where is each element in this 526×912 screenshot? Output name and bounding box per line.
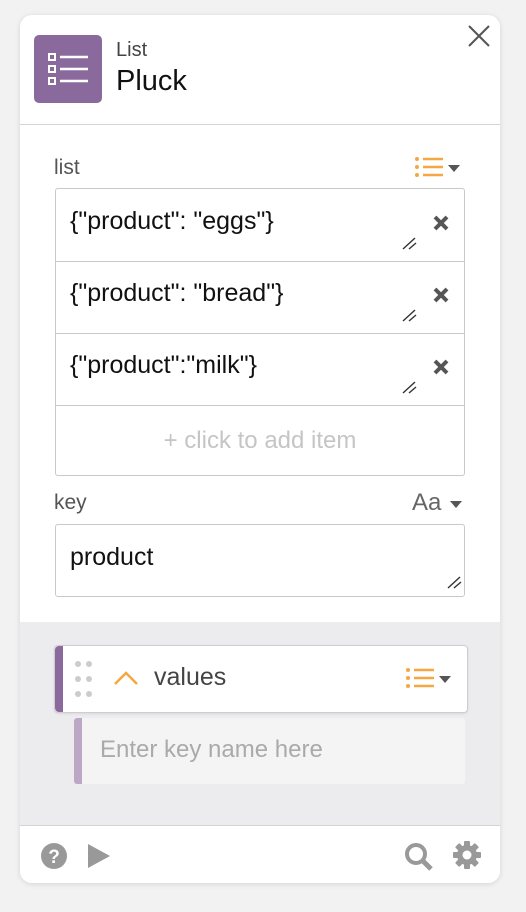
resize-handle-icon[interactable]: [401, 380, 417, 394]
output-field-name: values: [154, 663, 227, 691]
drag-handle-icon[interactable]: [74, 660, 94, 700]
pluck-panel: List Pluck list {"product": "eggs"} {"pr…: [20, 15, 500, 883]
key-input[interactable]: product: [55, 524, 465, 597]
panel-header: List Pluck: [20, 15, 500, 125]
list-icon: [34, 35, 102, 103]
output-field[interactable]: values: [54, 645, 468, 713]
field-accent-bar: [55, 646, 63, 712]
gear-icon[interactable]: [452, 840, 482, 870]
help-icon[interactable]: ?: [40, 842, 68, 870]
remove-x-icon[interactable]: [432, 286, 450, 304]
panel-footer: ?: [20, 825, 500, 883]
play-icon[interactable]: [86, 842, 112, 870]
key-value[interactable]: product: [70, 543, 153, 572]
list-type-icon[interactable]: [414, 155, 464, 186]
key-name-input[interactable]: Enter key name here: [74, 718, 465, 784]
panel-subtitle: List: [116, 39, 148, 61]
list-items: {"product": "eggs"} {"product": "bread"}: [55, 188, 465, 476]
text-type-label: Aa: [412, 489, 442, 516]
list-item[interactable]: {"product":"milk"}: [56, 333, 464, 406]
sub-accent-bar: [74, 718, 82, 784]
remove-x-icon[interactable]: [432, 358, 450, 376]
text-type-toggle[interactable]: Aa: [412, 489, 463, 517]
output-section: values Enter key name here: [20, 622, 500, 825]
remove-x-icon[interactable]: [432, 214, 450, 232]
key-name-placeholder: Enter key name here: [100, 736, 323, 763]
resize-handle-icon[interactable]: [446, 575, 462, 589]
resize-handle-icon[interactable]: [401, 308, 417, 322]
chevron-up-icon[interactable]: [113, 670, 139, 686]
list-item-value[interactable]: {"product": "eggs"}: [70, 207, 274, 236]
svg-text:?: ?: [48, 847, 60, 868]
list-label: list: [54, 156, 80, 179]
list-item-value[interactable]: {"product": "bread"}: [70, 279, 283, 308]
list-item-value[interactable]: {"product":"milk"}: [70, 351, 257, 380]
add-item-button[interactable]: + click to add item: [56, 406, 464, 475]
list-item[interactable]: {"product": "bread"}: [56, 261, 464, 334]
key-label: key: [54, 491, 87, 514]
search-icon[interactable]: [404, 842, 434, 872]
resize-handle-icon[interactable]: [401, 236, 417, 250]
close-icon[interactable]: [466, 23, 492, 49]
list-item[interactable]: {"product": "eggs"}: [56, 189, 464, 262]
chevron-down-icon: [450, 500, 463, 508]
panel-title: Pluck: [116, 65, 187, 97]
list-type-icon[interactable]: [405, 666, 455, 692]
